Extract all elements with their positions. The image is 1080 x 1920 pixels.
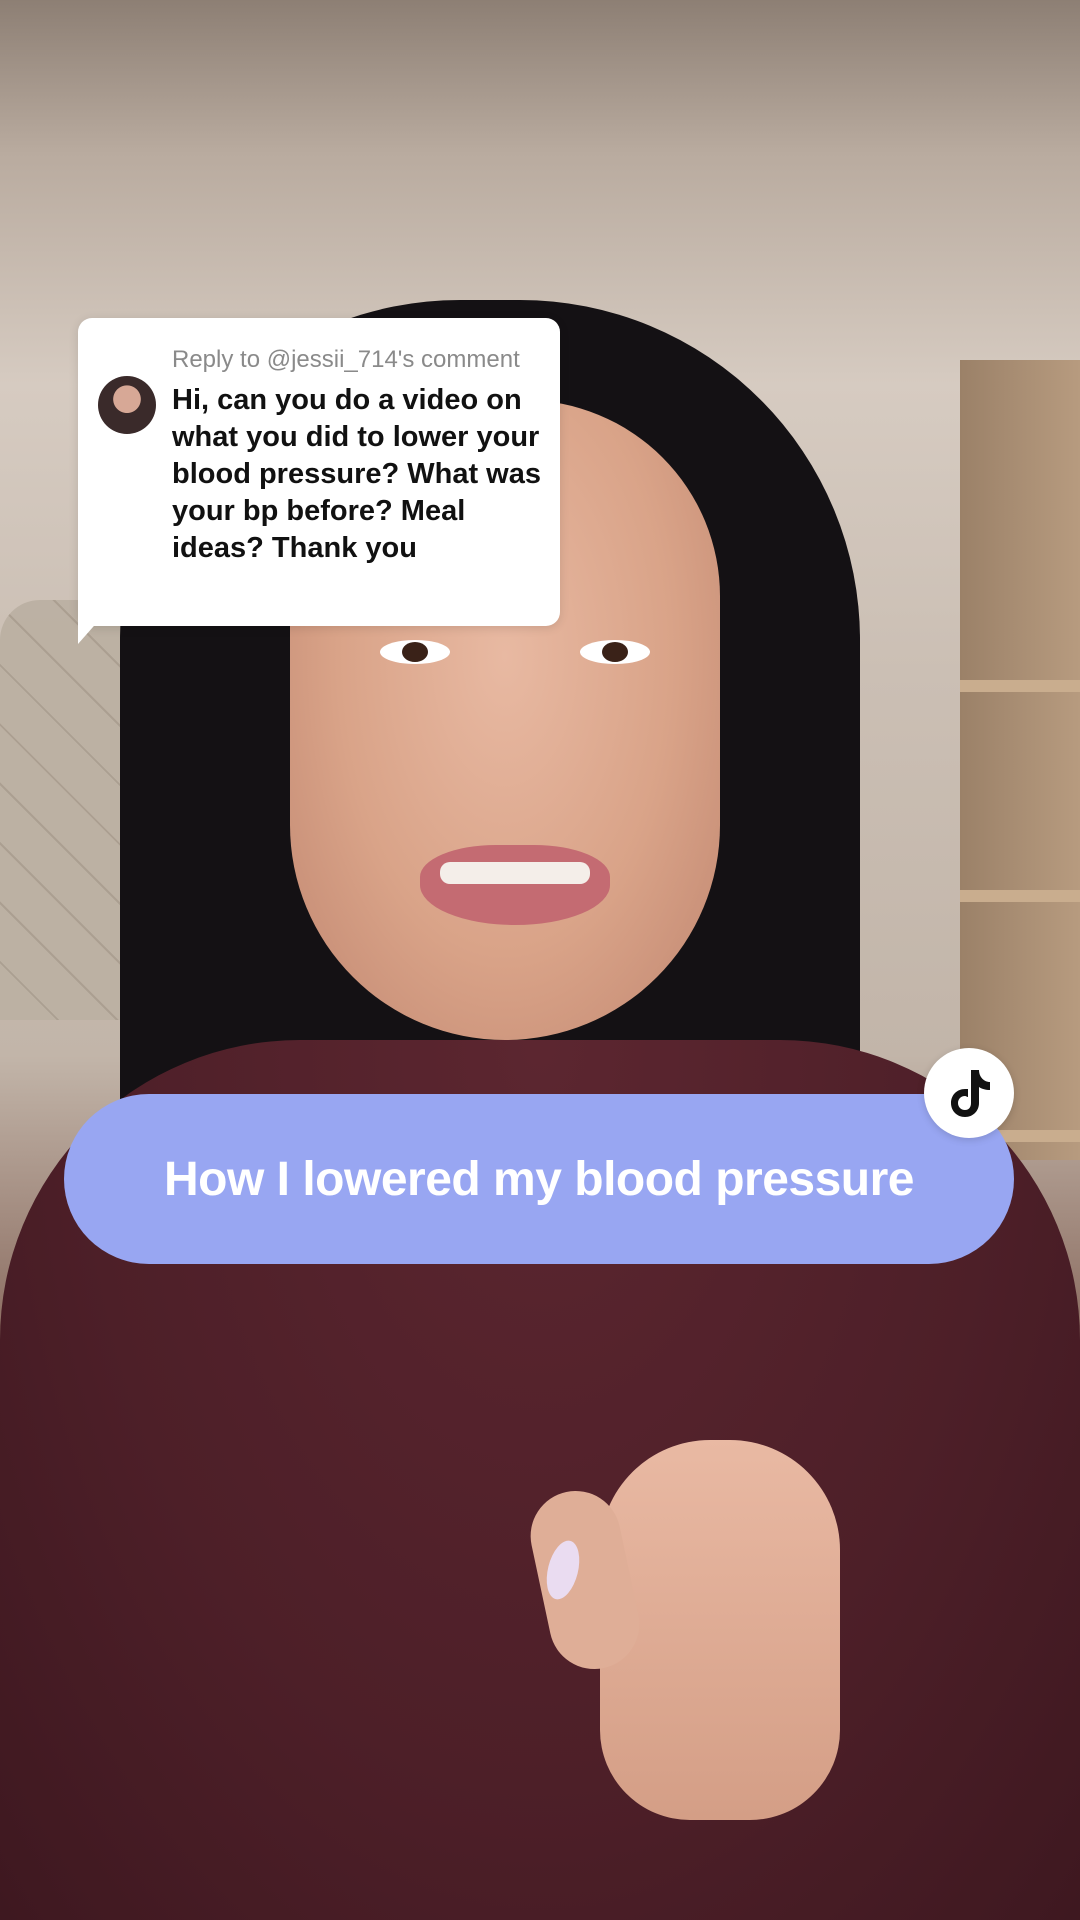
caption-title: How I lowered my blood pressure (164, 1152, 915, 1206)
tiktok-glyph (951, 1070, 990, 1117)
reply-comment-text: Hi, can you do a video on what you did t… (172, 384, 541, 564)
tiktok-logo-icon (924, 1048, 1014, 1138)
reply-card-tail (78, 610, 108, 644)
bookshelf (960, 360, 1080, 1160)
shelf-board (960, 680, 1080, 692)
person-eye-left (380, 640, 450, 664)
shelf-board (960, 890, 1080, 902)
person-eye-right (580, 640, 650, 664)
video-background[interactable] (0, 0, 1080, 1920)
person-teeth (440, 862, 590, 884)
commenter-avatar[interactable] (98, 376, 156, 434)
reply-header[interactable]: Reply to @jessii_714's comment (172, 346, 520, 374)
caption-pill: How I lowered my blood pressure (64, 1094, 1014, 1264)
person-mouth (420, 845, 610, 925)
